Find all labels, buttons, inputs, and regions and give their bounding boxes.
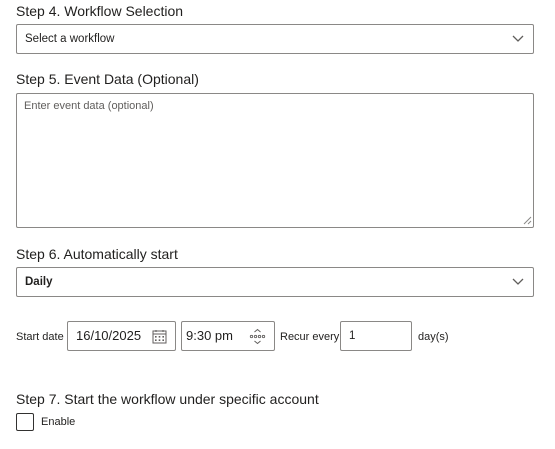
start-time-value: 9:30 pm [186, 328, 233, 343]
enable-label: Enable [41, 416, 76, 428]
time-spinner-icon[interactable] [249, 328, 266, 345]
start-time-input[interactable]: 9:30 pm [181, 321, 275, 351]
step5-heading: Step 5. Event Data (Optional) [16, 71, 199, 87]
step7-heading: Step 7. Start the workflow under specifi… [16, 391, 319, 407]
step6-heading: Step 6. Automatically start [16, 246, 178, 262]
step4-heading: Step 4. Workflow Selection [16, 3, 184, 19]
workflow-select-value: Select a workflow [25, 33, 115, 45]
frequency-select[interactable]: Daily [16, 267, 534, 297]
resize-grip-icon[interactable] [523, 216, 532, 225]
calendar-icon[interactable] [152, 329, 167, 344]
workflow-select[interactable]: Select a workflow [16, 24, 534, 54]
chevron-down-icon [512, 35, 524, 42]
start-date-value: 16/10/2025 [76, 328, 142, 343]
chevron-down-icon [512, 278, 524, 285]
recur-every-label: Recur every [280, 331, 340, 343]
frequency-select-value: Daily [25, 276, 53, 288]
start-date-label: Start date [16, 331, 64, 343]
recur-every-value: 1 [349, 330, 356, 342]
enable-checkbox[interactable] [16, 413, 34, 431]
recur-every-input[interactable]: 1 [340, 321, 412, 351]
recur-unit-label: day(s) [418, 331, 449, 343]
start-date-input[interactable]: 16/10/2025 [67, 321, 176, 351]
event-data-textarea[interactable] [16, 93, 534, 228]
